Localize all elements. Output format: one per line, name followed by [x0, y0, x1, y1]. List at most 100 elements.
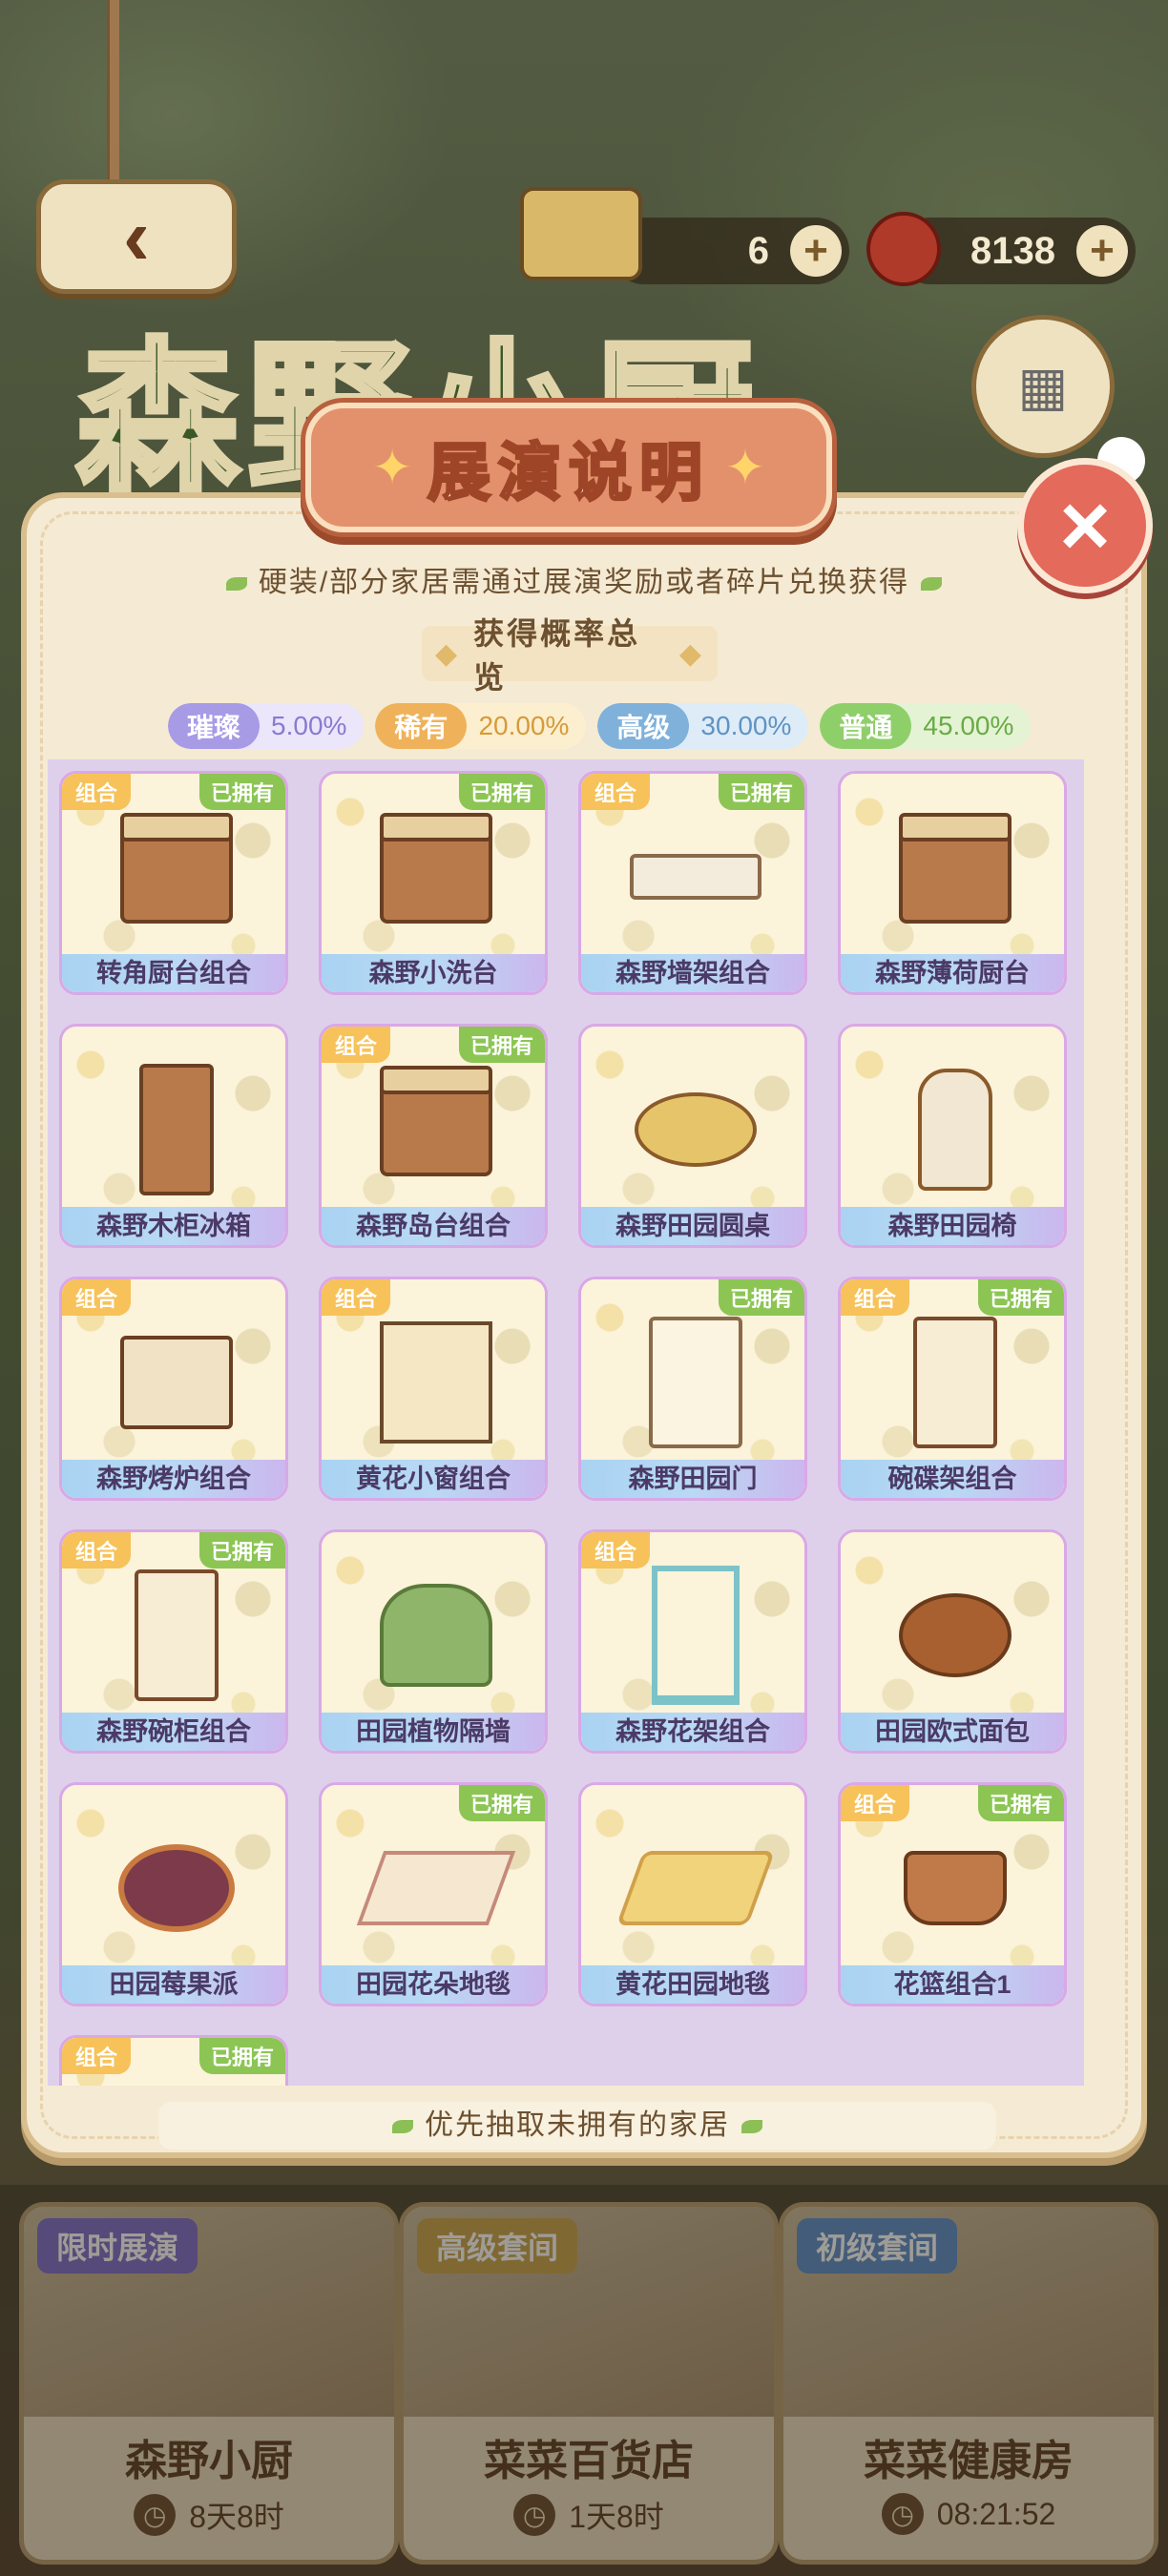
- furniture-image: [356, 1821, 516, 1955]
- close-icon: ×: [1059, 477, 1111, 574]
- item-name: 田园欧式面包: [841, 1713, 1064, 1751]
- furniture-image: [369, 1063, 503, 1196]
- combo-badge: 组合: [322, 1027, 391, 1063]
- furniture-item-card[interactable]: 田园莓果派: [59, 1782, 288, 2006]
- furniture-image: [629, 810, 762, 944]
- item-name: 森野岛台组合: [322, 1207, 545, 1245]
- overlay-dim: [0, 2185, 1168, 2576]
- owned-badge: 已拥有: [198, 2038, 285, 2074]
- combo-badge: 组合: [581, 1532, 651, 1568]
- furniture-image: [888, 1821, 1022, 1955]
- furniture-image: [888, 1316, 1022, 1449]
- furniture-ticket-icon: [520, 187, 642, 280]
- item-name: 花篮组合1: [841, 1965, 1064, 2004]
- furniture-item-card[interactable]: 森野烤炉组合 组合: [59, 1277, 288, 1501]
- furniture-image: [888, 1568, 1022, 1702]
- leaf-icon: [392, 2120, 413, 2134]
- add-ticket-button[interactable]: +: [790, 225, 842, 277]
- owned-badge: 已拥有: [198, 1532, 285, 1568]
- combo-badge: 组合: [62, 774, 132, 810]
- furniture-image: [369, 1568, 503, 1702]
- back-button[interactable]: ‹: [36, 179, 237, 294]
- rate-advanced: 高级 30.00%: [597, 703, 809, 749]
- diamond-icon: ◆: [678, 637, 704, 670]
- rarity-rates: 璀璨 5.00% 稀有 20.00% 高级 30.00% 普通 45.00%: [168, 703, 1032, 749]
- leaf-icon: [741, 2120, 762, 2134]
- furniture-item-card[interactable]: 转角厨台组合 组合 已拥有: [59, 771, 288, 995]
- leaf-icon: [225, 577, 247, 592]
- furniture-image: [110, 1568, 243, 1702]
- rate-brilliant: 璀璨 5.00%: [168, 703, 365, 749]
- item-name: 森野薄荷厨台: [841, 954, 1064, 992]
- furniture-item-card[interactable]: 田园花朵地毯 已拥有: [319, 1782, 548, 2006]
- furniture-item-card[interactable]: 森野薄荷厨台: [838, 771, 1067, 995]
- calendar-button[interactable]: ▦: [971, 315, 1115, 458]
- furniture-item-card[interactable]: 碗碟架组合 组合 已拥有: [838, 1277, 1067, 1501]
- furniture-image: [369, 1316, 503, 1449]
- item-name: 森野墙架组合: [581, 954, 804, 992]
- item-name: 碗碟架组合: [841, 1460, 1064, 1498]
- add-berry-button[interactable]: +: [1076, 225, 1128, 277]
- owned-badge: 已拥有: [458, 1027, 545, 1063]
- combo-badge: 组合: [62, 1532, 132, 1568]
- item-name: 森野木柜冰箱: [62, 1207, 285, 1245]
- modal-title: 展演说明: [427, 436, 710, 509]
- furniture-image: [888, 1063, 1022, 1196]
- furniture-item-card[interactable]: 黄花小窗组合 组合: [319, 1277, 548, 1501]
- furniture-item-card[interactable]: 森野田园椅: [838, 1024, 1067, 1248]
- furniture-item-card[interactable]: 田园欧式面包: [838, 1529, 1067, 1754]
- diamond-icon: ◆: [435, 637, 461, 670]
- furniture-ticket-counter: 6 +: [611, 218, 849, 284]
- leaf-icon: [921, 577, 943, 592]
- calendar-icon: ▦: [1017, 356, 1069, 416]
- owned-badge: 已拥有: [458, 1785, 545, 1821]
- furniture-image: [615, 1821, 776, 1955]
- item-name: 森野田园椅: [841, 1207, 1064, 1245]
- furniture-item-card[interactable]: 森野田园门 已拥有: [578, 1277, 807, 1501]
- owned-badge: 已拥有: [458, 774, 545, 810]
- item-name: 森野花架组合: [581, 1713, 804, 1751]
- furniture-item-card[interactable]: 森野岛台组合 组合 已拥有: [319, 1024, 548, 1248]
- furniture-item-card[interactable]: 森野木柜冰箱: [59, 1024, 288, 1248]
- combo-badge: 组合: [581, 774, 651, 810]
- furniture-item-card[interactable]: 花篮组合1 组合 已拥有: [838, 1782, 1067, 2006]
- combo-badge: 组合: [841, 1785, 910, 1821]
- combo-badge: 组合: [322, 1279, 391, 1316]
- furniture-item-card[interactable]: 森野田园圆桌: [578, 1024, 807, 1248]
- combo-badge: 组合: [62, 1279, 132, 1316]
- furniture-item-card[interactable]: 黄花田园地毯: [578, 1782, 807, 2006]
- item-name: 田园莓果派: [62, 1965, 285, 2004]
- berry-icon: [866, 212, 941, 286]
- item-name: 森野碗柜组合: [62, 1713, 285, 1751]
- furniture-item-card[interactable]: 森野墙架组合 组合 已拥有: [578, 771, 807, 995]
- furniture-item-card[interactable]: 组合 已拥有: [59, 2035, 288, 2086]
- item-name: 转角厨台组合: [62, 954, 285, 992]
- item-grid-scroll[interactable]: 转角厨台组合 组合 已拥有 森野小洗台 已拥有 森野墙架组合 组合 已拥有 森野薄荷厨台 森野木柜…: [48, 759, 1084, 2086]
- furniture-image: [629, 1063, 762, 1196]
- combo-badge: 组合: [62, 2038, 132, 2074]
- owned-badge: 已拥有: [198, 774, 285, 810]
- furniture-image: [888, 810, 1022, 944]
- furniture-item-card[interactable]: 田园植物隔墙: [319, 1529, 548, 1754]
- combo-badge: 组合: [841, 1279, 910, 1316]
- item-name: 森野田园圆桌: [581, 1207, 804, 1245]
- back-arrow-icon: ‹: [123, 192, 150, 281]
- furniture-ticket-value: 6: [747, 229, 769, 272]
- modal-title-ribbon: ✦ 展演说明 ✦: [305, 403, 832, 532]
- berry-value: 8138: [970, 229, 1055, 272]
- furniture-item-card[interactable]: 森野碗柜组合 组合 已拥有: [59, 1529, 288, 1754]
- rate-rare: 稀有 20.00%: [375, 703, 587, 749]
- owned-badge: 已拥有: [718, 774, 804, 810]
- owned-badge: 已拥有: [977, 1279, 1064, 1316]
- owned-badge: 已拥有: [718, 1279, 804, 1316]
- furniture-image: [369, 810, 503, 944]
- probability-overview-header: ◆ 获得概率总览 ◆: [422, 616, 718, 695]
- modal-description: 硬装/部分家居需通过展演奖励或者碎片兑换获得: [0, 558, 1168, 600]
- furniture-image: [110, 810, 243, 944]
- furniture-item-card[interactable]: 森野花架组合 组合: [578, 1529, 807, 1754]
- furniture-item-card[interactable]: 森野小洗台 已拥有: [319, 771, 548, 995]
- item-grid: 转角厨台组合 组合 已拥有 森野小洗台 已拥有 森野墙架组合 组合 已拥有 森野薄荷厨台 森野木柜…: [59, 771, 1067, 2086]
- item-name: 森野田园门: [581, 1460, 804, 1498]
- furniture-image: [110, 1063, 243, 1196]
- furniture-image: [629, 1566, 762, 1705]
